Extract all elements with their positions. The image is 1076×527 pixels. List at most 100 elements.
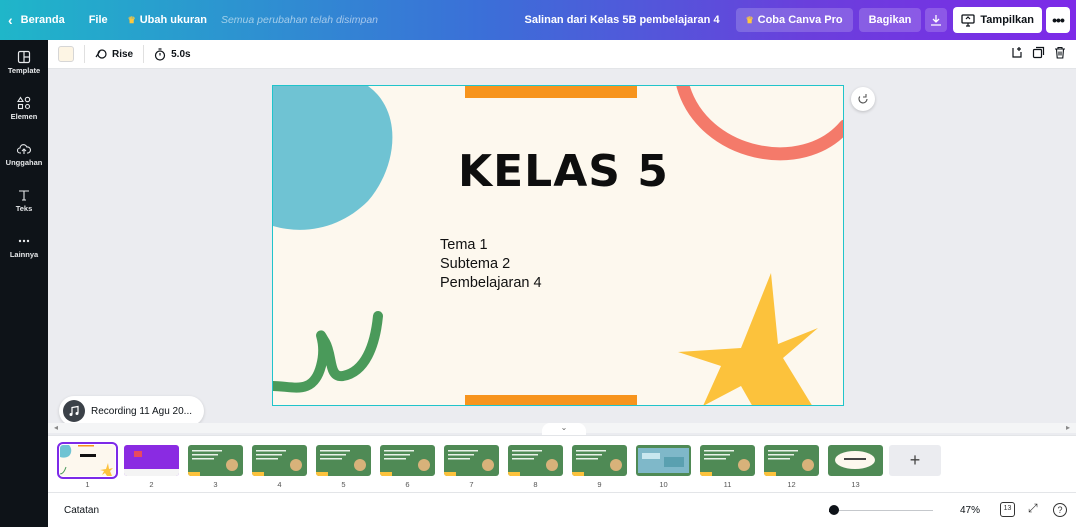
document-title[interactable]: Salinan dari Kelas 5B pembelajaran 4 [525,14,720,26]
add-page-icon[interactable] [1010,46,1023,62]
present-button[interactable]: Tampilkan [953,7,1042,33]
page-number: 12 [787,480,796,489]
audio-track-label: Recording 11 Agu 20... [91,405,192,417]
sidebar-item-unggahan[interactable]: Unggahan [0,142,48,167]
orange-bar-bottom [465,395,637,405]
background-color-swatch[interactable] [58,46,74,62]
page-thumbnail[interactable] [636,445,691,476]
green-squiggle-shape [273,311,383,393]
slide-text-line: Subtema 2 [440,256,511,272]
slide-title[interactable]: KELAS 5 [458,146,669,197]
page-number: 2 [149,480,154,489]
scroll-left-arrow[interactable]: ◂ [54,423,58,432]
page-thumbnail[interactable] [57,442,118,479]
elements-icon [17,96,31,110]
sidebar: Template Elemen Unggahan Teks Lainnya [0,40,48,527]
collapse-pages-button[interactable]: ⌄ [542,423,586,435]
page-thumbnail[interactable] [444,445,499,476]
document-title-text: Salinan dari Kelas 5B pembelajaran 4 [524,14,720,26]
resize-button[interactable]: ♛ Ubah ukuran [128,14,207,26]
file-menu[interactable]: File [89,14,108,26]
duration-button[interactable]: 5.0s [154,47,191,61]
page-thumbnail[interactable] [572,445,627,476]
save-status-text: Semua perubahan telah disimpan [220,14,378,26]
page-thumbnail[interactable] [316,445,371,476]
present-label: Tampilkan [980,14,1034,26]
duplicate-page-icon[interactable] [1032,46,1045,62]
home-button[interactable]: ‹ Beranda [8,12,65,28]
page-number: 5 [341,480,346,489]
page-number: 10 [659,480,668,489]
help-icon: ? [1057,505,1063,515]
thumbnail-preview [700,450,750,476]
thumbnail-preview [764,450,814,476]
chevron-down-icon: ⌄ [560,423,568,432]
sidebar-item-lainnya[interactable]: Lainnya [0,234,48,259]
animation-label: Rise [112,48,134,60]
page-thumbnail[interactable] [252,445,307,476]
slide-canvas[interactable]: KELAS 5 Tema 1 Subtema 2 Pembelajaran 4 [272,85,844,406]
share-button[interactable]: Bagikan [858,8,922,32]
zoom-level-label[interactable]: 47% [960,505,980,516]
sidebar-item-teks[interactable]: Teks [0,188,48,213]
crown-icon: ♛ [745,14,754,25]
refresh-icon [858,94,868,104]
plus-icon: + [909,450,921,470]
coral-arc-shape [676,86,843,161]
fullscreen-icon[interactable]: ⤢ [1028,501,1038,516]
page-thumbnail[interactable] [508,445,563,476]
page-count: 13 [1003,505,1012,512]
page-thumbnail[interactable] [764,445,819,476]
page-thumbnail[interactable] [700,445,755,476]
try-pro-button[interactable]: ♛ Coba Canva Pro [735,8,853,32]
crown-icon: ♛ [127,14,136,25]
more-options-icon: ••• [1052,12,1065,28]
page-number: 6 [405,480,410,489]
timer-icon [155,47,166,61]
page-filmstrip: 1 2 3 4 5 6 7 8 9 10 11 12 13 + [48,435,1076,492]
slide-text-block[interactable]: Tema 1 Subtema 2 Pembelajaran 4 [440,236,542,293]
top-bar: ‹ Beranda File ♛ Ubah ukuran Semua perub… [0,0,1076,40]
editor-toolbar: Rise 5.0s [48,40,1076,69]
refresh-suggestion-button[interactable] [851,87,875,111]
page-number: 1 [85,480,90,489]
page-number: 4 [277,480,282,489]
page-thumbnail[interactable] [124,445,179,476]
thumbnail-preview [252,450,302,476]
page-grid-button[interactable]: 13 [1000,502,1015,517]
page-number: 9 [597,480,602,489]
notes-button[interactable]: Catatan [64,505,99,516]
audio-track-chip[interactable]: Recording 11 Agu 20... [59,396,204,426]
page-thumbnail[interactable] [828,445,883,476]
download-button[interactable] [925,8,948,32]
sidebar-item-elemen[interactable]: Elemen [0,96,48,121]
help-button[interactable]: ? [1053,503,1067,517]
sidebar-item-label: Lainnya [9,250,39,259]
slide-decorations [273,86,843,405]
thumbnail-preview [60,445,113,476]
page-thumbnail[interactable] [188,445,243,476]
scroll-right-arrow[interactable]: ▸ [1066,423,1070,432]
thumbnail-preview [380,450,430,476]
delete-page-icon[interactable] [1054,46,1066,62]
thumbnail-preview [638,448,689,473]
thumbnail-preview [835,451,875,469]
more-options-button[interactable]: ••• [1046,7,1070,33]
animation-button[interactable]: Rise [95,48,133,60]
thumbnail-preview [188,450,238,476]
sidebar-item-template[interactable]: Template [0,50,48,75]
share-label: Bagikan [868,14,912,26]
vertical-scrollbar[interactable] [1067,69,1076,423]
toolbar-divider [143,45,145,63]
more-icon [18,239,30,243]
duration-label: 5.0s [171,48,191,60]
zoom-slider[interactable] [828,505,933,515]
page-thumbnail[interactable] [380,445,435,476]
thumbnail-preview [124,451,179,476]
music-note-icon [63,400,85,422]
zoom-slider-knob[interactable] [828,505,839,515]
thumbnail-preview [316,450,366,476]
upload-icon [17,144,31,154]
sidebar-item-label: Elemen [10,112,38,121]
add-page-button[interactable]: + [889,445,941,476]
